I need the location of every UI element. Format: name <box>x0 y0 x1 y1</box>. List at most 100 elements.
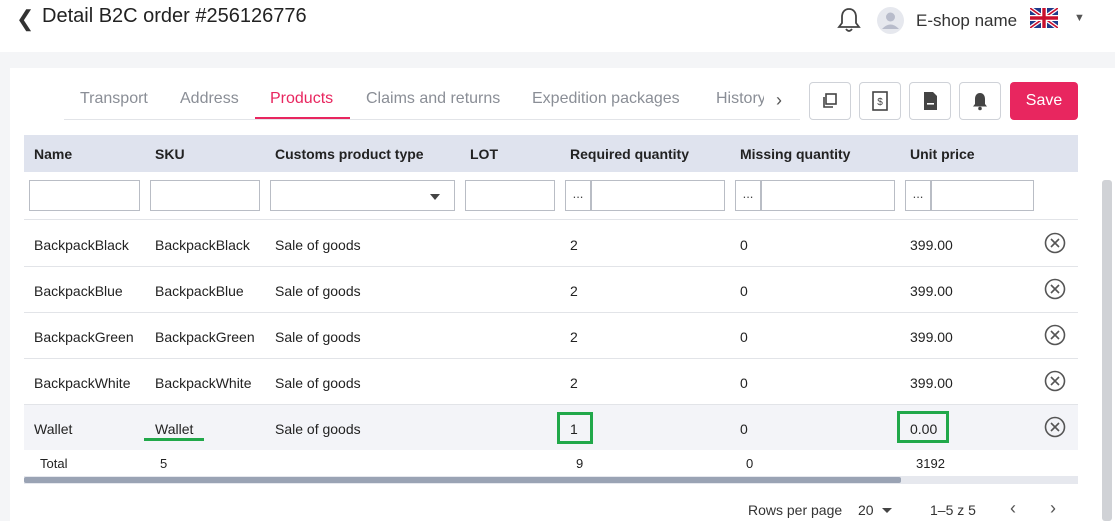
cell-customs-type: Sale of goods <box>275 237 361 253</box>
filter-required-input[interactable] <box>591 180 725 211</box>
invoice-button[interactable]: $ <box>859 82 901 120</box>
invoice-icon: $ <box>872 91 888 111</box>
cell-name: BackpackBlue <box>34 283 123 299</box>
cell-required: 2 <box>570 237 578 253</box>
cell-name: BackpackWhite <box>34 375 131 391</box>
cell-missing: 0 <box>740 375 748 391</box>
save-button[interactable]: Save <box>1010 82 1078 120</box>
total-missing: 0 <box>746 456 754 471</box>
total-sku-count: 5 <box>160 456 168 471</box>
table-row[interactable]: BackpackGreen BackpackGreen Sale of good… <box>24 313 1078 359</box>
cell-customs-type: Sale of goods <box>275 329 361 345</box>
caret-down-icon <box>430 194 440 200</box>
filter-sku-input[interactable] <box>150 180 260 211</box>
filter-row: ... ... ... <box>24 172 1078 220</box>
table-row[interactable]: BackpackBlack BackpackBlack Sale of good… <box>24 221 1078 267</box>
rows-per-page-label: Rows per page <box>748 502 843 518</box>
column-header-customs-product-type[interactable]: Customs product type <box>275 146 424 162</box>
cell-sku: Wallet <box>155 421 194 437</box>
total-required: 9 <box>576 456 584 471</box>
copy-icon <box>823 93 837 108</box>
remove-circle-icon[interactable] <box>1044 232 1066 254</box>
column-header-required-quantity[interactable]: Required quantity <box>570 146 689 162</box>
chevron-right-icon[interactable]: › <box>1050 498 1056 519</box>
cell-required: 2 <box>570 283 578 299</box>
filter-price-input[interactable] <box>931 180 1034 211</box>
totals-row: Total 5 9 0 3192 <box>24 450 1078 478</box>
remove-circle-icon[interactable] <box>1044 416 1066 438</box>
products-table: Name SKU Customs product type LOT Requir… <box>24 135 1078 485</box>
column-header-name[interactable]: Name <box>34 146 72 162</box>
filter-required-operator[interactable]: ... <box>565 180 591 211</box>
cell-sku: BackpackBlue <box>155 283 244 299</box>
remove-circle-icon[interactable] <box>1044 324 1066 346</box>
cell-customs-type: Sale of goods <box>275 283 361 299</box>
cell-missing: 0 <box>740 329 748 345</box>
table-header: Name SKU Customs product type LOT Requir… <box>24 135 1078 172</box>
cell-unit-price: 399.00 <box>910 283 953 299</box>
notify-button[interactable] <box>959 82 1001 120</box>
total-label: Total <box>40 456 68 471</box>
cell-sku: BackpackGreen <box>155 329 255 345</box>
cell-unit-price: 0.00 <box>910 421 938 437</box>
tab-products[interactable]: Products <box>270 90 333 108</box>
column-header-unit-price[interactable]: Unit price <box>910 146 975 162</box>
cell-customs-type: Sale of goods <box>275 421 361 437</box>
uk-flag-icon[interactable] <box>1030 8 1058 28</box>
pagination-range: 1–5 z 5 <box>930 502 976 518</box>
rows-per-page-select[interactable]: 20 <box>858 502 874 518</box>
column-header-sku[interactable]: SKU <box>155 146 185 162</box>
tab-expedition-packages[interactable]: Expedition packages <box>532 90 680 108</box>
page-title: Detail B2C order #256126776 <box>42 5 307 27</box>
caret-down-icon[interactable] <box>882 508 892 513</box>
cell-missing: 0 <box>740 421 748 437</box>
shop-name[interactable]: E-shop name <box>916 11 1017 31</box>
cell-unit-price: 399.00 <box>910 375 953 391</box>
bell-icon[interactable] <box>836 6 862 34</box>
sku-highlight-underline <box>144 438 204 441</box>
filter-lot-input[interactable] <box>465 180 555 211</box>
tab-transport[interactable]: Transport <box>80 90 148 108</box>
cell-required: 2 <box>570 329 578 345</box>
cell-required: 2 <box>570 375 578 391</box>
copy-button[interactable] <box>809 82 851 120</box>
bell-icon <box>973 93 987 111</box>
filter-name-input[interactable] <box>29 180 140 211</box>
remove-circle-icon[interactable] <box>1044 370 1066 392</box>
remove-circle-icon[interactable] <box>1044 278 1066 300</box>
horizontal-scrollbar-thumb[interactable] <box>24 477 901 483</box>
filter-missing-operator[interactable]: ... <box>735 180 761 211</box>
document-button[interactable] <box>909 82 951 120</box>
tab-address[interactable]: Address <box>180 90 239 108</box>
total-unit-price: 3192 <box>916 456 945 471</box>
cell-name: BackpackBlack <box>34 237 129 253</box>
cell-name: Wallet <box>34 421 73 437</box>
chevron-right-icon[interactable]: › <box>776 90 782 111</box>
cell-customs-type: Sale of goods <box>275 375 361 391</box>
horizontal-scrollbar[interactable] <box>24 476 1078 484</box>
column-header-lot[interactable]: LOT <box>470 146 498 162</box>
filter-missing-input[interactable] <box>761 180 895 211</box>
table-row[interactable]: Wallet Wallet Sale of goods 1 0 0.00 <box>24 405 1078 451</box>
svg-text:$: $ <box>877 97 883 108</box>
cell-unit-price: 399.00 <box>910 329 953 345</box>
user-avatar-icon[interactable] <box>877 7 904 34</box>
tab-bar: Transport Address Products Claims and re… <box>64 78 800 120</box>
filter-customs-type-select[interactable] <box>270 180 455 211</box>
table-row[interactable]: BackpackWhite BackpackWhite Sale of good… <box>24 359 1078 405</box>
table-row[interactable]: BackpackBlue BackpackBlue Sale of goods … <box>24 267 1078 313</box>
cell-unit-price: 399.00 <box>910 237 953 253</box>
cell-missing: 0 <box>740 237 748 253</box>
column-header-missing-quantity[interactable]: Missing quantity <box>740 146 850 162</box>
cell-missing: 0 <box>740 283 748 299</box>
filter-price-operator[interactable]: ... <box>905 180 931 211</box>
tab-history[interactable]: History <box>716 90 764 108</box>
document-icon <box>924 92 937 110</box>
tab-claims-and-returns[interactable]: Claims and returns <box>366 90 500 108</box>
cell-required: 1 <box>570 421 578 437</box>
active-tab-indicator <box>255 117 350 119</box>
vertical-scrollbar-thumb[interactable] <box>1102 180 1112 521</box>
chevron-down-icon[interactable]: ▼ <box>1074 12 1085 24</box>
back-icon[interactable]: ❮ <box>16 6 34 32</box>
chevron-left-icon[interactable]: ‹ <box>1010 498 1016 519</box>
